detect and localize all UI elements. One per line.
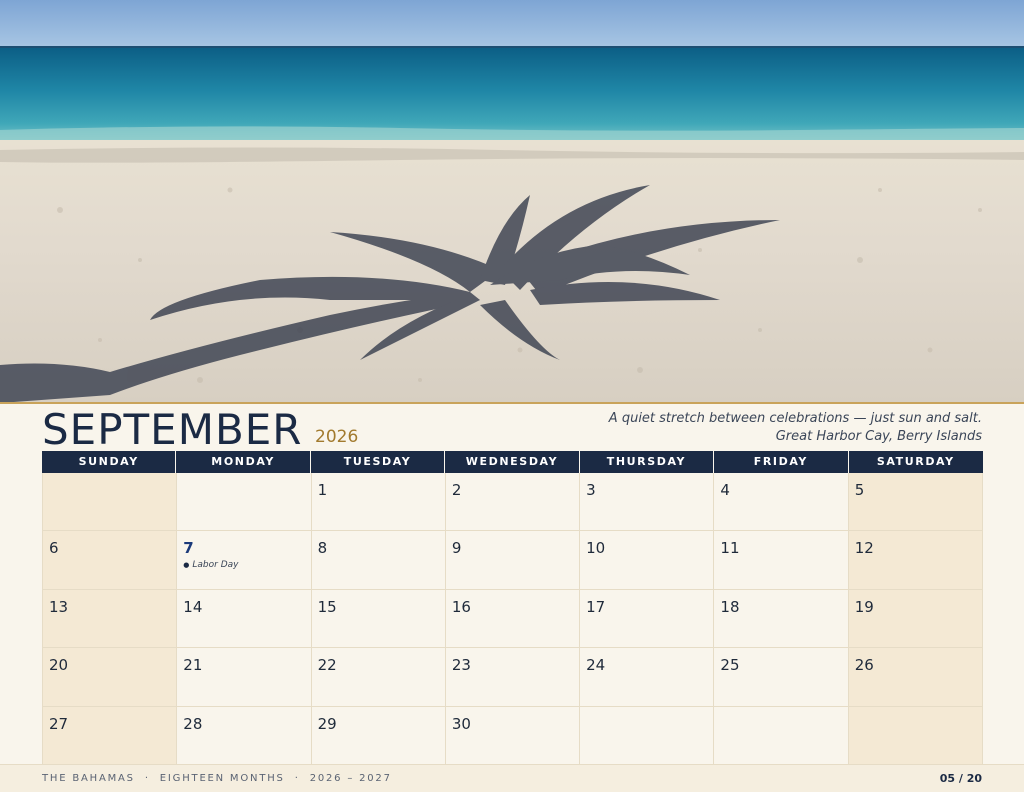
day-number: 10 [586,539,606,558]
week-row: 27 28 29 30 [43,706,983,765]
weekday-thursday: THURSDAY [580,451,715,473]
day-cell[interactable]: 1 [311,473,446,532]
day-number: 26 [854,656,874,675]
day-cell[interactable]: 24 [580,648,715,707]
day-number: 22 [317,656,337,675]
day-cell[interactable]: 9 [445,531,581,590]
footer-title: THE BAHAMAS · EIGHTEEN MONTHS · 2026 – 2027 [42,773,392,784]
week-row: 20 21 22 23 24 25 26 [43,648,983,707]
day-cell[interactable]: 20 [43,648,178,707]
day-cell[interactable]: 4 [714,473,849,532]
calendar-grid: SUNDAY MONDAY TUESDAY WEDNESDAY THURSDAY FRID… [42,451,983,765]
day-cell[interactable]: 7 Labor Day [177,531,312,590]
day-number: 13 [49,597,69,616]
day-number: 16 [451,597,471,616]
day-number: 23 [451,656,471,675]
day-number: 28 [183,714,203,733]
weekday-tuesday: TUESDAY [311,451,446,473]
day-cell[interactable]: 27 [43,706,178,765]
weekday-header: SUNDAY MONDAY TUESDAY WEDNESDAY THURSDAY FRID… [42,451,983,473]
day-number: 24 [586,656,606,675]
caption-tagline: A quiet stretch between celebrations — j… [608,411,982,426]
day-number: 21 [183,656,203,675]
year-label: 2026 [315,427,359,447]
weekday-monday: MONDAY [176,451,311,473]
day-number: 27 [49,714,69,733]
caption-location: Great Harbor Cay, Berry Islands [775,428,982,444]
day-number: 7 [183,539,194,558]
day-number: 3 [586,481,596,499]
empty-day-cell [848,706,983,765]
day-cell[interactable]: 19 [848,589,983,649]
day-cell[interactable]: 30 [445,706,581,765]
weekday-wednesday: WEDNESDAY [445,451,580,473]
day-number: 18 [720,597,740,616]
day-cell[interactable]: 15 [311,589,446,649]
weekday-saturday: SATURDAY [876,455,955,468]
empty-day-cell [580,706,715,765]
week-row: 6 7 Labor Day 8 9 10 11 12 [43,531,983,590]
day-cell[interactable]: 12 [848,531,983,590]
day-number: 11 [720,539,740,558]
weeks: 1234567Labor Day891011121314151617181920… [42,473,983,765]
day-cell[interactable]: 18 [714,589,849,649]
day-cell[interactable]: 2 [445,473,581,532]
empty-day-cell [43,473,178,532]
footer-country: THE BAHAMAS [42,773,135,784]
day-cell[interactable]: 21 [177,648,312,707]
day-number: 17 [586,597,606,616]
day-cell[interactable]: 11 [714,531,849,590]
day-number: 6 [49,539,59,558]
day-cell[interactable]: 28 [177,706,312,765]
day-number: 5 [854,481,865,499]
day-cell[interactable]: 25 [714,648,849,707]
weekday-sunday: SUNDAY [42,451,177,473]
photo-caption: A quiet stretch between celebrations — j… [609,410,982,445]
day-cell[interactable]: 6 [43,531,178,590]
day-number: 2 [451,481,462,499]
day-cell[interactable]: 22 [311,648,446,707]
day-number: 20 [49,656,69,675]
day-cell[interactable]: 16 [445,589,581,649]
day-number: 8 [317,539,328,558]
day-cell[interactable]: 29 [311,706,446,765]
footer-series: EIGHTEEN MONTHS [159,773,285,784]
day-cell[interactable]: 26 [848,648,983,707]
day-number: 19 [854,597,874,616]
day-cell[interactable]: 17 [580,589,715,649]
day-cell[interactable]: 8 [311,531,446,590]
day-number: 9 [451,539,462,558]
footer-separator: · [144,773,150,784]
footer-years: 2026 – 2027 [309,773,392,784]
day-number: 30 [451,714,471,733]
day-number: 29 [317,714,337,733]
day-cell[interactable]: 3 [580,473,715,532]
month-title: SEPTEMBER [42,405,303,454]
day-cell[interactable]: 10 [580,531,715,590]
cover-photo [0,0,1024,403]
weekday-friday: FRIDAY [714,451,849,473]
week-row: 13 14 15 16 17 18 19 [43,589,983,649]
empty-day-cell [177,473,312,532]
day-number: 15 [317,597,337,616]
footer: THE BAHAMAS · EIGHTEEN MONTHS · 2026 – 2027 … [0,764,1024,792]
day-number: 1 [317,481,328,499]
page-number: 05 / 20 [939,772,982,785]
footer-separator: · [294,773,300,784]
day-cell[interactable]: 13 [43,589,178,649]
day-cell[interactable]: 23 [445,648,581,707]
empty-day-cell [714,706,849,765]
day-number: 14 [183,597,203,616]
week-row: 1 2 3 4 5 [43,473,983,532]
day-number: 12 [854,539,874,558]
day-cell[interactable]: 5 [848,473,983,532]
holiday-note: Labor Day [183,560,304,570]
day-cell[interactable]: 14 [177,589,312,649]
day-number: 4 [720,481,730,499]
day-number: 25 [720,656,740,675]
